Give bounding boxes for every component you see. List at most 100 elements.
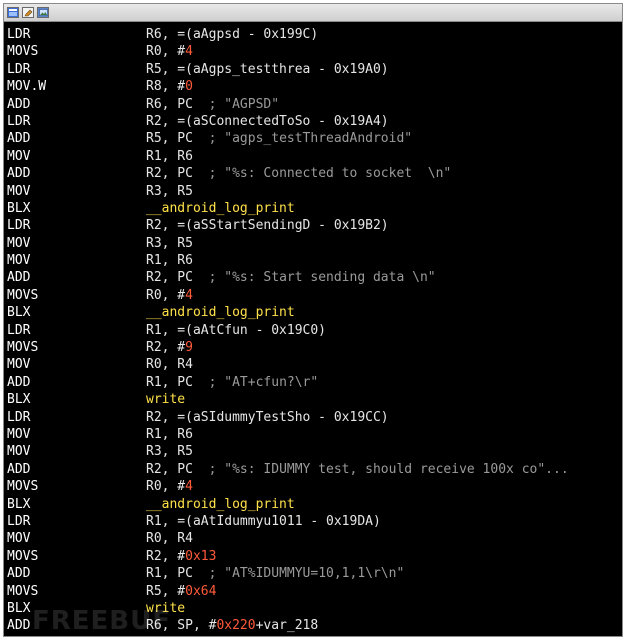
instruction-row[interactable]: ADD R1, PC ; "AT%IDUMMYU=10,1,1\r\n"	[4, 565, 622, 582]
operand-text: R0, R4	[146, 357, 193, 373]
edit-icon[interactable]	[22, 7, 34, 18]
instruction-row[interactable]: ADD R1, PC ; "AT+cfun?\r"	[4, 374, 622, 391]
operands: R5, #0x64	[146, 583, 622, 600]
operands: write	[146, 391, 622, 408]
mnemonic: MOV	[7, 235, 31, 251]
operands: write	[146, 600, 622, 617]
operands: R6, SP, #0x220+var_218	[146, 617, 622, 634]
instruction-row[interactable]: LDR R1, =(aAtIdummyu1011 - 0x19DA)	[4, 513, 622, 530]
immediate-value: 9	[185, 340, 193, 356]
comment: ; "%s: IDUMMY test, should receive 100x …	[208, 461, 569, 477]
instruction-row[interactable]: MOV R1, R6	[4, 426, 622, 443]
mnemonic: LDR	[7, 113, 31, 129]
operands: R1, R6	[146, 252, 622, 269]
operands: __android_log_print	[146, 200, 622, 217]
operands: R2, =(aSStartSendingD - 0x19B2)	[146, 217, 622, 234]
instruction-row[interactable]: MOV R3, R5	[4, 443, 622, 460]
operands: R1, PC ; "AT%IDUMMYU=10,1,1\r\n"	[146, 565, 622, 582]
instruction-row[interactable]: MOVS R2, #0x13	[4, 548, 622, 565]
mnemonic: MOVS	[7, 44, 39, 60]
comment: ; "AGPSD"	[208, 96, 280, 112]
instruction-row[interactable]: LDR R2, =(aSConnectedToSo - 0x19A4)	[4, 113, 622, 130]
instruction-row[interactable]: BLX __android_log_print	[4, 496, 622, 513]
instruction-row[interactable]: LDR R2, =(aSIdummyTestSho - 0x19CC)	[4, 409, 622, 426]
mnemonic: LDR	[7, 27, 31, 42]
instruction-row[interactable]: MOVS R0, #4	[4, 43, 622, 60]
mnemonic: MOVS	[7, 340, 39, 356]
operands: __android_log_print	[146, 496, 622, 513]
mnemonic: BLX	[7, 200, 31, 216]
image-icon[interactable]	[37, 7, 49, 18]
mnemonic: MOV	[7, 183, 31, 199]
operands: R0, #4	[146, 43, 622, 60]
operands: R2, PC ; "%s: Start sending data \n"	[146, 269, 622, 286]
instruction-row[interactable]: MOVS R2, #9	[4, 339, 622, 356]
operands: R5, =(aAgps_testthrea - 0x19A0)	[146, 61, 622, 78]
function-name[interactable]: __android_log_print	[146, 201, 295, 216]
operand-text: R1, PC	[146, 566, 209, 582]
mnemonic: ADD	[7, 166, 31, 182]
instruction-row[interactable]: ADD R2, PC ; "%s: IDUMMY test, should rec…	[4, 461, 622, 478]
instruction-row[interactable]: LDR R5, =(aAgps_testthrea - 0x19A0)	[4, 61, 622, 78]
instruction-row[interactable]: MOVS R5, #0x64	[4, 583, 622, 600]
operand-text: R2, =(aSIdummyTestSho - 0x19CC)	[146, 409, 389, 425]
instruction-row[interactable]: MOV.W R8, #0	[4, 78, 622, 95]
instruction-row[interactable]: BLX write	[4, 391, 622, 408]
operand-text: R0, #	[146, 44, 186, 60]
operands: R2, #0x13	[146, 548, 622, 565]
operand-text: R6, =(aAgpsd - 0x199C)	[146, 27, 319, 42]
mnemonic: MOVS	[7, 479, 39, 495]
assembly-listing: LDR R6, =(aAgpsd - 0x199C) MOVS R0, #4 LDR R5…	[4, 22, 622, 635]
instruction-row[interactable]: LDR R1, =(aAtCfun - 0x19C0)	[4, 322, 622, 339]
instruction-row[interactable]: MOV R3, R5	[4, 183, 622, 200]
operand-text: R2, PC	[146, 166, 209, 182]
mnemonic: MOV	[7, 253, 31, 269]
operands: R2, PC ; "%s: Connected to socket \n"	[146, 165, 622, 182]
mnemonic: LDR	[7, 218, 31, 234]
immediate-value: 4	[185, 287, 193, 303]
instruction-row[interactable]: MOV R0, R4	[4, 356, 622, 373]
instruction-row[interactable]: MOV R1, R6	[4, 252, 622, 269]
operand-text: +var_218	[255, 618, 319, 634]
operand-text: R2, =(aSConnectedToSo - 0x19A4)	[146, 113, 389, 129]
instruction-row[interactable]: BLX __android_log_print	[4, 304, 622, 321]
mnemonic: MOV	[7, 426, 31, 442]
immediate-value: 0x13	[185, 548, 217, 564]
instruction-row[interactable]: MOV R3, R5	[4, 235, 622, 252]
mnemonic: ADD	[7, 270, 31, 286]
instruction-row[interactable]: LDR R6, =(aAgpsd - 0x199C)	[4, 26, 622, 43]
instruction-row[interactable]: MOV R1, R6	[4, 148, 622, 165]
instruction-row[interactable]: MOV R0, R4	[4, 530, 622, 547]
operand-text: R5, #	[146, 583, 186, 599]
operand-text: R1, R6	[146, 148, 193, 164]
instruction-row[interactable]: ADD R5, PC ; "agps_testThreadAndroid"	[4, 130, 622, 147]
operands: R1, =(aAtCfun - 0x19C0)	[146, 322, 622, 339]
mnemonic: LDR	[7, 513, 31, 529]
mnemonic: MOV	[7, 531, 31, 547]
mnemonic: ADD	[7, 566, 31, 582]
function-name[interactable]: __android_log_print	[146, 305, 295, 320]
operands: R2, #9	[146, 339, 622, 356]
mnemonic: MOV.W	[7, 79, 47, 95]
function-name[interactable]: __android_log_print	[146, 497, 295, 512]
instruction-row[interactable]: MOVS R0, #4	[4, 287, 622, 304]
immediate-value: 0	[185, 79, 193, 95]
mnemonic: MOV	[7, 148, 31, 164]
operands: R8, #0	[146, 78, 622, 95]
instruction-row[interactable]: BLX __android_log_print	[4, 200, 622, 217]
instruction-row[interactable]: LDR R2, =(aSStartSendingD - 0x19B2)	[4, 217, 622, 234]
instruction-row[interactable]: ADD R2, PC ; "%s: Start sending data \n"	[4, 269, 622, 286]
instruction-row[interactable]: MOVS R0, #4	[4, 478, 622, 495]
function-name[interactable]: write	[146, 392, 185, 407]
operands: R1, R6	[146, 148, 622, 165]
comment: ; "%s: Connected to socket \n"	[208, 166, 452, 182]
instruction-row[interactable]: ADD R2, PC ; "%s: Connected to socket \n"	[4, 165, 622, 182]
window-icon[interactable]	[7, 7, 19, 18]
operands: R3, R5	[146, 235, 622, 252]
operand-text: R0, #	[146, 479, 186, 495]
instruction-row[interactable]: ADD R6, PC ; "AGPSD"	[4, 96, 622, 113]
immediate-value: 4	[185, 479, 193, 495]
mnemonic: ADD	[7, 374, 31, 390]
operands: R6, PC ; "AGPSD"	[146, 96, 622, 113]
operands: R1, R6	[146, 426, 622, 443]
